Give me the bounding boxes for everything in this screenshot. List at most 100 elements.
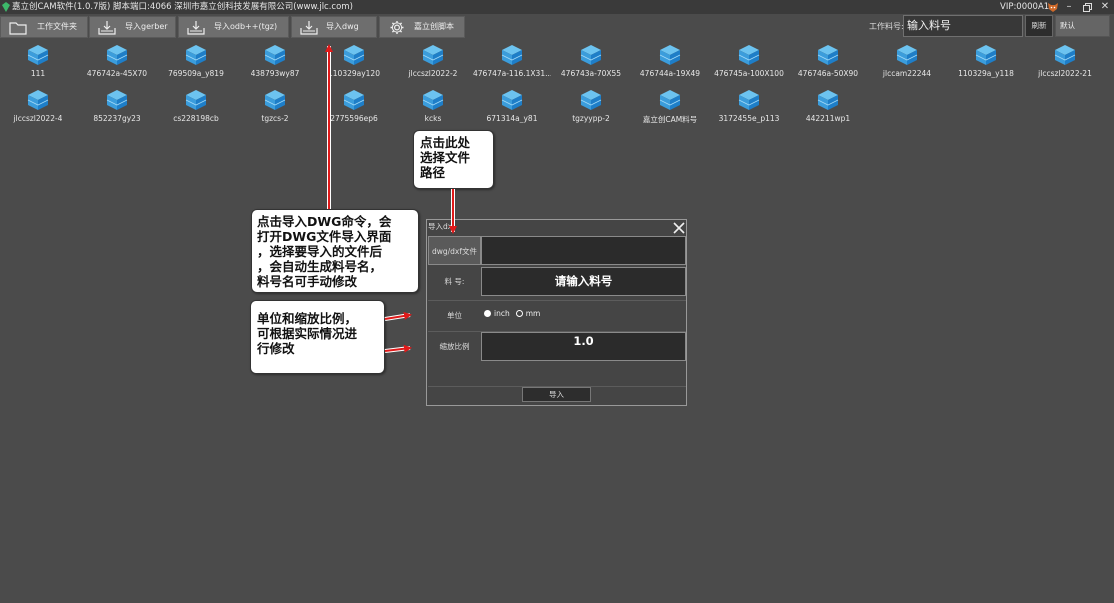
folder-icon [9,22,27,35]
work-part-input[interactable]: 输入料号 [903,15,1023,37]
import-odb-label: 导入odb++(tgz) [214,22,278,31]
file-item[interactable]: 嘉立创CAM料号 [631,89,709,129]
dialog-title: 导入dx [428,222,453,231]
part-cube-icon [422,90,444,110]
part-cube-icon [264,45,286,65]
file-item-name: 111 [30,69,46,78]
file-item[interactable]: 442211wp1 [789,89,867,129]
file-item[interactable]: 476743a-70X55 [552,44,630,84]
import-tray-icon [300,21,318,35]
work-folder-button[interactable]: 工作文件夹 [0,16,88,38]
part-cube-icon [817,90,839,110]
file-item-name: cs228198cb [173,114,219,123]
part-cube-icon [501,90,523,110]
import-dwg-label: 导入dwg [326,22,359,31]
part-number-input[interactable]: 请输入料号 [481,267,686,296]
inch-radio[interactable] [484,310,491,317]
file-item[interactable]: 476742a-45X70 [78,44,156,84]
refresh-button[interactable]: 刷新 [1025,15,1053,37]
title-bar: 嘉立创CAM软件(1.0.7版) 脚本端口:4066 深圳市嘉立创科技发展有限公… [0,0,1114,14]
import-gerber-button[interactable]: 导入gerber [89,16,176,38]
file-item[interactable]: 111 [0,44,77,84]
file-item[interactable]: tgzyypp-2 [552,89,630,129]
file-item[interactable]: 476746a-50X90 [789,44,867,84]
part-cube-icon [1054,45,1076,65]
file-item[interactable]: 769509a_y819 [157,44,235,84]
file-item-name: jlccszl2022-4 [13,114,63,123]
file-item[interactable]: 110329a_y118 [947,44,1025,84]
file-item[interactable]: 476744a-19X49 [631,44,709,84]
file-item[interactable]: 438793wy87 [236,44,314,84]
restore-icon[interactable] [1080,0,1094,14]
file-item[interactable]: 476745a-100X100 [710,44,788,84]
import-button[interactable]: 导入 [522,387,591,402]
file-item[interactable]: jlccszl2022-4 [0,89,77,129]
file-item[interactable]: 2775596ep6 [315,89,393,129]
file-item-name: 769509a_y819 [168,69,224,78]
file-item[interactable]: cs228198cb [157,89,235,129]
close-window-icon[interactable]: ✕ [1098,0,1112,14]
part-cube-icon [580,45,602,65]
import-odb-button[interactable]: 导入odb++(tgz) [178,16,289,38]
part-cube-icon [580,90,602,110]
part-cube-icon [185,45,207,65]
part-cube-icon [659,90,681,110]
part-cube-icon [738,45,760,65]
file-item-name: jlccszl2022-2 [408,69,458,78]
callout-import-dwg-text: 点击导入DWG命令，会 打开DWG文件导入界面 ，选择要导入的文件后 ，会自动生… [257,214,392,289]
callout-select-path-text: 点击此处 选择文件 路径 [420,135,471,180]
part-cube-icon [106,45,128,65]
file-item[interactable]: jlccszl2022-21 [1026,44,1104,84]
scale-input[interactable]: 1.0 [481,332,686,361]
gear-icon [390,21,404,34]
part-cube-icon [106,90,128,110]
minimize-icon[interactable]: – [1062,0,1076,14]
import-tray-icon [187,21,205,35]
file-item[interactable]: 671314a_y81 [473,89,551,129]
file-item[interactable]: jlccam22244 [868,44,946,84]
file-item[interactable]: 476747a-116.1X31... [473,44,551,84]
part-cube-icon [659,45,681,65]
part-cube-icon [343,45,365,65]
jlc-script-label: 嘉立创脚本 [414,22,454,31]
part-cube-icon [501,45,523,65]
file-item-name: 476745a-100X100 [714,69,784,78]
unit-radio-group: inch mm [484,309,540,318]
part-cube-icon [975,45,997,65]
file-item-name: 476743a-70X55 [560,69,622,78]
file-item-name: jlccam22244 [882,69,932,78]
file-item[interactable]: 110329ay120 [315,44,393,84]
file-item[interactable]: jlccszl2022-2 [394,44,472,84]
file-item-name: 476746a-50X90 [797,69,859,78]
file-path-label: dwg/dxf文件 [428,236,481,265]
default-button[interactable]: 默认 [1055,15,1110,37]
callout-unit-scale-text: 单位和缩放比例， 可根据实际情况进 行修改 [257,311,358,356]
file-item-name: 671314a_y81 [486,114,538,123]
inch-radio-label: inch [494,309,510,318]
jlc-script-button[interactable]: 嘉立创脚本 [379,16,465,38]
part-cube-icon [738,90,760,110]
close-icon[interactable] [672,221,686,235]
file-item-name: 110329ay120 [328,69,380,78]
unit-label: 单位 [447,311,462,320]
arrow-to-scale [384,346,411,353]
part-cube-icon [185,90,207,110]
import-dwg-button[interactable]: 导入dwg [291,16,377,38]
import-dwg-dialog: 导入dx dwg/dxf文件 料 号: 请输入料号 单位 inch mm 缩放比… [426,219,687,406]
part-cube-icon [27,45,49,65]
callout-import-dwg: 点击导入DWG命令，会 打开DWG文件导入界面 ，选择要导入的文件后 ，会自动生… [251,209,419,293]
user-avatar-icon[interactable] [1048,2,1058,12]
import-tray-icon [98,21,116,35]
file-item[interactable]: 3172455e_p113 [710,89,788,129]
file-path-input[interactable] [481,236,686,265]
mm-radio[interactable] [515,310,523,317]
file-item-name: 110329a_y118 [958,69,1014,78]
app-logo-icon [2,2,10,12]
work-part-label: 工作料号: [869,22,904,31]
vip-badge: VIP:0000A1 [1000,2,1050,12]
file-item[interactable]: tgzcs-2 [236,89,314,129]
file-item-name: 476744a-19X49 [639,69,701,78]
file-item-name: kcks [424,114,442,123]
file-item[interactable]: 852237gy23 [78,89,156,129]
file-item[interactable]: kcks [394,89,472,129]
